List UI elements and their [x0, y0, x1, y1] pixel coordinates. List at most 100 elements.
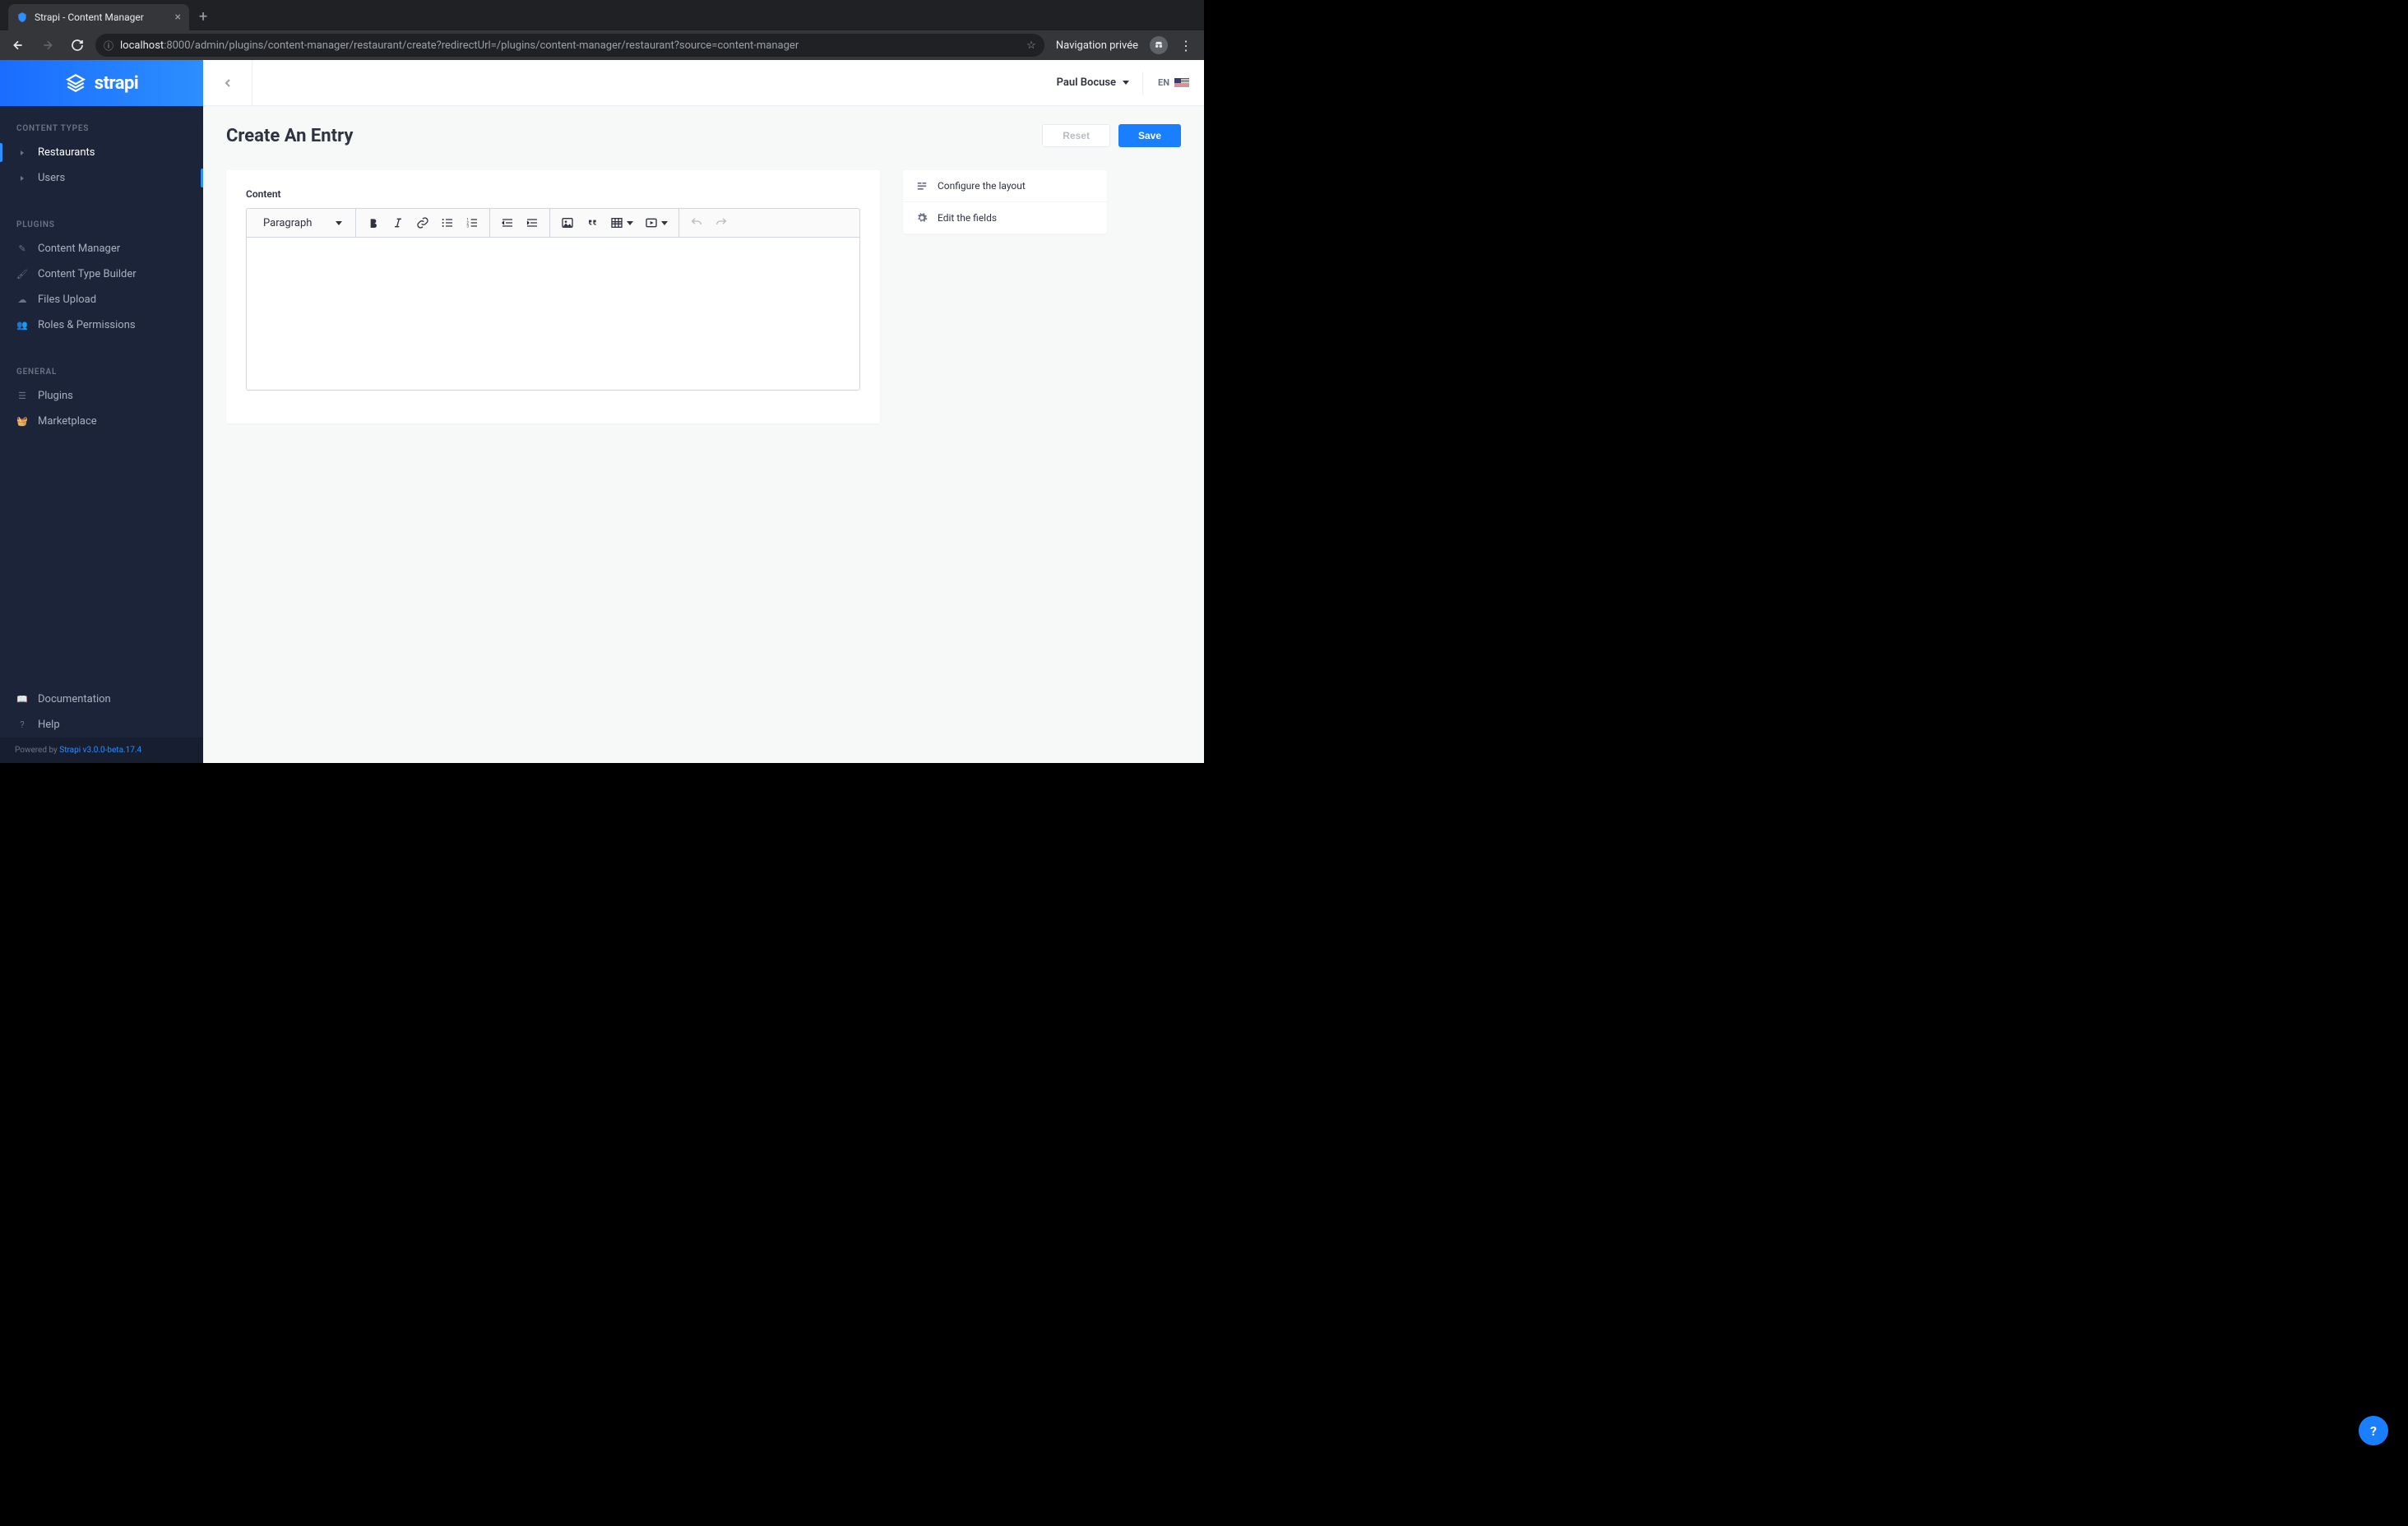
sidebar-item-content-manager[interactable]: ✎ Content Manager — [0, 236, 203, 261]
sidebar-item-label: Documentation — [38, 693, 111, 705]
bookmark-star-icon[interactable]: ☆ — [1026, 39, 1036, 52]
bold-icon — [367, 216, 380, 229]
browser-toolbar: ⓘ localhost:8000/admin/plugins/content-m… — [0, 30, 1204, 60]
image-icon — [561, 216, 574, 229]
editor-content-area[interactable] — [246, 238, 860, 391]
sidebar-item-files-upload[interactable]: ☁ Files Upload — [0, 287, 203, 312]
new-tab-button[interactable]: + — [199, 8, 207, 25]
question-icon: ? — [16, 719, 28, 730]
bold-button[interactable] — [361, 210, 386, 235]
user-name: Paul Bocuse — [1057, 76, 1116, 89]
redo-button[interactable] — [709, 210, 734, 235]
sidebar-heading-content-types: CONTENT TYPES — [0, 118, 203, 140]
editor-toolbar: Paragraph 123 — [246, 208, 860, 238]
sidebar-item-plugins[interactable]: ☰ Plugins — [0, 383, 203, 409]
indent-icon — [526, 216, 539, 229]
save-button[interactable]: Save — [1118, 124, 1181, 147]
chevron-down-icon — [1123, 81, 1129, 85]
outdent-button[interactable] — [495, 210, 520, 235]
sidebar-item-help[interactable]: ? Help — [0, 712, 203, 738]
svg-text:3: 3 — [466, 224, 469, 229]
language-picker[interactable]: EN — [1143, 77, 1204, 88]
site-info-icon[interactable]: ⓘ — [104, 39, 113, 53]
numbered-list-icon: 123 — [465, 216, 479, 229]
sidebar-item-marketplace[interactable]: 🧺 Marketplace — [0, 409, 203, 434]
incognito-icon — [1150, 36, 1168, 54]
table-button[interactable] — [604, 210, 639, 235]
strapi-logo-icon — [65, 72, 86, 94]
blockquote-button[interactable] — [580, 210, 604, 235]
italic-button[interactable] — [386, 210, 410, 235]
cloud-upload-icon: ☁ — [16, 294, 28, 305]
tab-close-icon[interactable]: × — [175, 11, 181, 24]
italic-icon — [391, 216, 405, 229]
heading-dropdown[interactable]: Paragraph — [252, 217, 350, 229]
undo-icon — [690, 216, 703, 229]
back-button[interactable] — [203, 60, 252, 106]
bullet-list-icon — [441, 216, 454, 229]
editor-card: Content Paragraph 123 — [226, 170, 880, 423]
sidebar-item-label: Users — [38, 172, 65, 184]
numbered-list-button[interactable]: 123 — [460, 210, 484, 235]
browser-tab-active[interactable]: Strapi - Content Manager × — [8, 4, 189, 30]
browser-reload-button[interactable] — [66, 34, 89, 57]
indent-button[interactable] — [520, 210, 544, 235]
sidebar-item-content-type-builder[interactable]: 🖌 Content Type Builder — [0, 261, 203, 287]
pencil-icon: ✎ — [16, 243, 28, 254]
flag-us-icon — [1174, 78, 1189, 88]
logo[interactable]: strapi — [0, 60, 203, 106]
language-code: EN — [1158, 77, 1169, 88]
incognito-label: Navigation privée — [1056, 39, 1138, 52]
powered-by: Powered by Strapi v3.0.0-beta.17.4 — [0, 738, 203, 763]
heading-dropdown-label: Paragraph — [263, 217, 312, 229]
sidebar-item-label: Roles & Permissions — [38, 319, 136, 331]
sidebar-heading-plugins: PLUGINS — [0, 214, 203, 236]
sidebar-item-roles-permissions[interactable]: 👥 Roles & Permissions — [0, 312, 203, 338]
media-button[interactable] — [639, 210, 674, 235]
page-title: Create An Entry — [226, 126, 1042, 146]
sidebar-item-label: Files Upload — [38, 294, 96, 306]
gear-icon — [916, 212, 928, 224]
link-icon — [416, 216, 429, 229]
question-icon: ? — [2370, 1423, 2377, 1439]
book-icon: 📖 — [16, 694, 28, 705]
redo-icon — [715, 216, 728, 229]
image-button[interactable] — [555, 210, 580, 235]
tab-title: Strapi - Content Manager — [35, 12, 169, 23]
sidebar-item-label: Restaurants — [38, 146, 95, 159]
logo-text: strapi — [95, 73, 138, 94]
configure-layout-button[interactable]: Configure the layout — [903, 170, 1107, 202]
sidebar-item-label: Content Type Builder — [38, 268, 137, 280]
browser-menu-button[interactable]: ⋮ — [1174, 38, 1197, 53]
sidebar-item-restaurants[interactable]: Restaurants — [0, 140, 203, 165]
sidebar-item-users[interactable]: Users — [0, 165, 203, 191]
url-path: :8000/admin/plugins/content-manager/rest… — [164, 39, 799, 52]
chevron-down-icon — [336, 221, 342, 225]
basket-icon: 🧺 — [16, 416, 28, 427]
chevron-down-icon — [627, 221, 633, 225]
content-header: Create An Entry Reset Save — [203, 106, 1204, 160]
powered-link[interactable]: Strapi v3.0.0-beta.17.4 — [59, 746, 141, 755]
undo-button[interactable] — [684, 210, 709, 235]
edit-fields-button[interactable]: Edit the fields — [903, 202, 1107, 234]
link-button[interactable] — [410, 210, 435, 235]
browser-url-bar[interactable]: ⓘ localhost:8000/admin/plugins/content-m… — [95, 34, 1044, 57]
sidebar-item-documentation[interactable]: 📖 Documentation — [0, 687, 203, 712]
sidebar-heading-general: GENERAL — [0, 361, 203, 383]
quote-icon — [586, 216, 599, 229]
side-item-label: Configure the layout — [938, 180, 1026, 192]
reset-button[interactable]: Reset — [1042, 124, 1110, 147]
help-fab[interactable]: ? — [2359, 1416, 2388, 1445]
sidebar-item-label: Plugins — [38, 390, 73, 402]
chevron-left-icon — [221, 76, 234, 90]
bullet-list-button[interactable] — [435, 210, 460, 235]
tab-favicon — [16, 12, 28, 23]
url-text: localhost:8000/admin/plugins/content-man… — [120, 39, 1020, 52]
sidebar: strapi CONTENT TYPES Restaurants Users P… — [0, 60, 203, 763]
browser-forward-button[interactable] — [36, 34, 59, 57]
users-icon: 👥 — [16, 320, 28, 331]
caret-right-icon — [16, 150, 28, 155]
browser-back-button[interactable] — [7, 34, 30, 57]
main-area: Paul Bocuse EN Create An Entry Reset Sav… — [203, 60, 1204, 763]
user-menu[interactable]: Paul Bocuse — [1044, 72, 1143, 95]
